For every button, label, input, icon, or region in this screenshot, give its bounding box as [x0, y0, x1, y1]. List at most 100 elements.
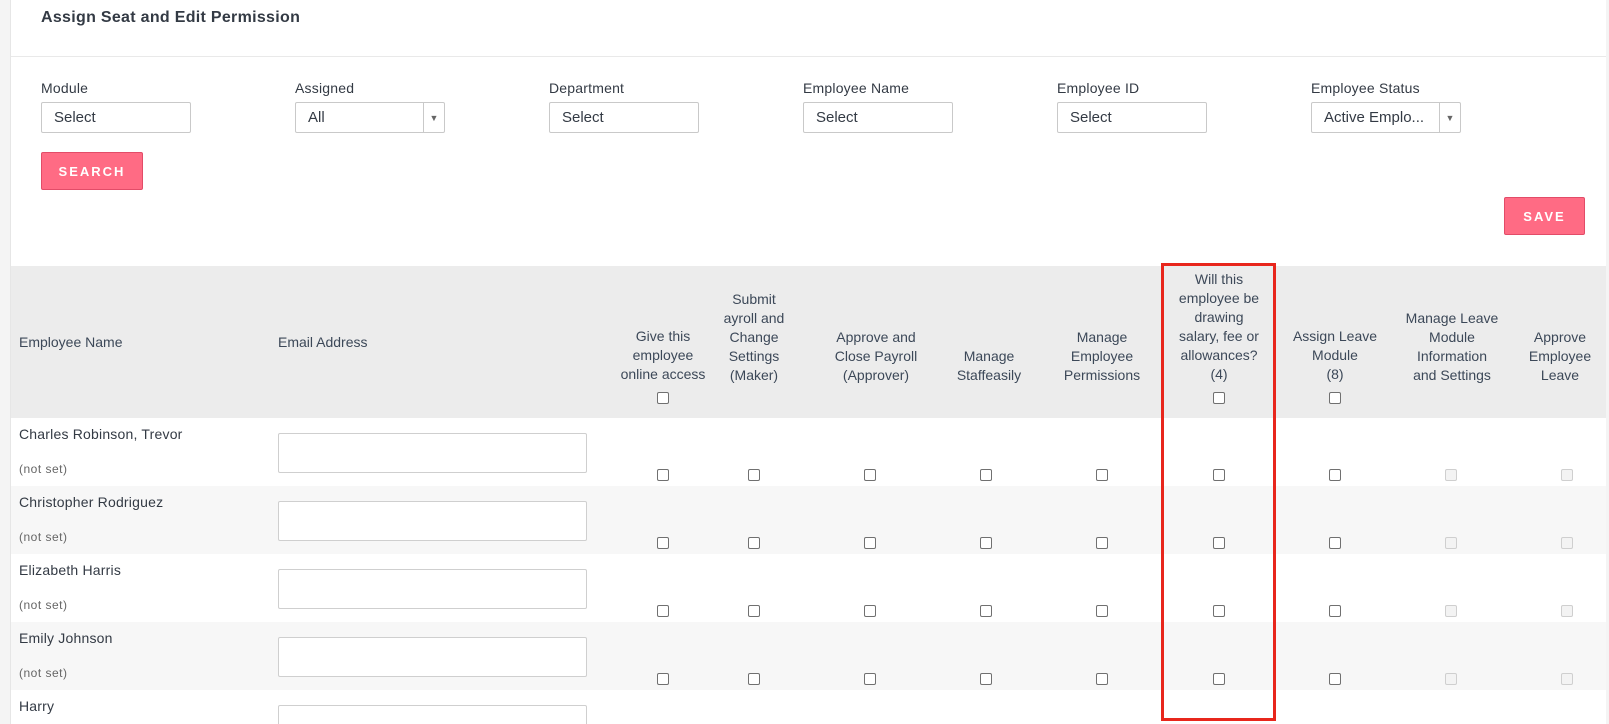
- assigned-select[interactable]: All ▼: [295, 102, 445, 133]
- permission-panel: Assign Seat and Edit Permission Module S…: [10, 0, 1606, 724]
- manage-permissions-checkbox[interactable]: [1096, 673, 1108, 685]
- employee-name: Christopher Rodriguez: [19, 494, 164, 510]
- header-employee-name: Employee Name: [19, 333, 123, 350]
- save-button[interactable]: SAVE: [1504, 197, 1585, 235]
- email-input[interactable]: [278, 501, 587, 541]
- header-caption: Module: [1429, 329, 1475, 345]
- assigned-label: Assigned: [295, 80, 355, 96]
- header-caption: Staffeasily: [956, 367, 1022, 383]
- header-caption: Manage: [1076, 329, 1128, 345]
- employee-status-select[interactable]: Active Emplo... ▼: [1311, 102, 1461, 133]
- table-row: Charles Robinson, Trevor (not set): [11, 418, 1606, 486]
- employee-status-text: (not set): [19, 598, 68, 612]
- dropdown-arrow-icon[interactable]: ▼: [423, 103, 444, 132]
- employee-name-select-value: Select: [816, 109, 858, 126]
- email-input[interactable]: [278, 569, 587, 609]
- manage-leave-checkbox: [1445, 673, 1457, 685]
- header-caption: Settings: [728, 348, 780, 364]
- header-approve-employee-leave: Approve Employee Leave: [1515, 266, 1605, 418]
- email-input[interactable]: [278, 637, 587, 677]
- table-row: Harry: [11, 690, 1606, 724]
- drawing-salary-checkbox[interactable]: [1213, 537, 1225, 549]
- employee-name: Elizabeth Harris: [19, 562, 122, 578]
- online-access-checkbox[interactable]: [657, 537, 669, 549]
- submit-payroll-checkbox[interactable]: [748, 537, 760, 549]
- assign-leave-checkbox[interactable]: [1329, 673, 1341, 685]
- assign-leave-checkbox[interactable]: [1329, 605, 1341, 617]
- assigned-select-value: All: [308, 109, 325, 126]
- module-select[interactable]: Select: [41, 102, 191, 133]
- employee-name-label: Employee Name: [803, 80, 910, 96]
- approve-payroll-checkbox[interactable]: [864, 537, 876, 549]
- manage-staffeasily-checkbox[interactable]: [980, 469, 992, 481]
- online-access-checkbox[interactable]: [657, 605, 669, 617]
- header-caption: Assign Leave: [1292, 328, 1378, 344]
- department-select-value: Select: [562, 109, 604, 126]
- header-caption: Information: [1416, 348, 1488, 364]
- header-manage-leave-module: Manage Leave Module Information and Sett…: [1394, 266, 1510, 418]
- approve-leave-checkbox: [1561, 673, 1573, 685]
- header-caption: Change: [729, 329, 779, 345]
- submit-payroll-checkbox[interactable]: [748, 605, 760, 617]
- module-filter: Module Select: [41, 80, 191, 133]
- assigned-filter: Assigned All ▼: [295, 80, 445, 133]
- department-select[interactable]: Select: [549, 102, 699, 133]
- header-manage-employee-permissions: Manage Employee Permissions: [1047, 266, 1157, 418]
- email-input[interactable]: [278, 433, 587, 473]
- approve-payroll-checkbox[interactable]: [864, 605, 876, 617]
- header-caption: Give this: [635, 328, 691, 344]
- select-all-online-access-checkbox[interactable]: [657, 392, 669, 404]
- table-row: Emily Johnson (not set): [11, 622, 1606, 690]
- manage-leave-checkbox: [1445, 537, 1457, 549]
- drawing-salary-checkbox[interactable]: [1213, 673, 1225, 685]
- employee-status-text: (not set): [19, 530, 68, 544]
- header-caption: employee be: [1178, 290, 1260, 306]
- approve-leave-checkbox: [1561, 605, 1573, 617]
- manage-staffeasily-checkbox[interactable]: [980, 537, 992, 549]
- header-caption: salary, fee or: [1179, 328, 1259, 344]
- table-header: Employee Name Email Address Give this em…: [11, 266, 1606, 418]
- header-caption: Employee: [1070, 348, 1134, 364]
- employee-name: Emily Johnson: [19, 630, 113, 646]
- approve-payroll-checkbox[interactable]: [864, 673, 876, 685]
- approve-payroll-checkbox[interactable]: [864, 469, 876, 481]
- search-button[interactable]: SEARCH: [41, 152, 143, 190]
- employee-status-label: Employee Status: [1311, 80, 1420, 96]
- header-caption: online access: [620, 366, 706, 382]
- header-caption: Close Payroll: [834, 348, 918, 364]
- employee-id-select-value: Select: [1070, 109, 1112, 126]
- manage-permissions-checkbox[interactable]: [1096, 537, 1108, 549]
- select-all-assign-leave-checkbox[interactable]: [1329, 392, 1341, 404]
- header-email-address: Email Address: [278, 333, 368, 350]
- online-access-checkbox[interactable]: [657, 673, 669, 685]
- submit-payroll-checkbox[interactable]: [748, 469, 760, 481]
- module-label: Module: [41, 80, 89, 96]
- header-caption: employee: [632, 347, 694, 363]
- drawing-salary-checkbox[interactable]: [1213, 469, 1225, 481]
- email-input[interactable]: [278, 705, 587, 724]
- header-caption: Approve: [1533, 329, 1587, 345]
- header-caption: Leave: [1540, 367, 1580, 383]
- header-caption: (4): [1210, 366, 1228, 382]
- employee-name-select[interactable]: Select: [803, 102, 953, 133]
- manage-staffeasily-checkbox[interactable]: [980, 673, 992, 685]
- header-caption: Will this: [1194, 271, 1244, 287]
- department-filter: Department Select: [549, 80, 699, 133]
- header-caption: ayroll and: [723, 310, 785, 326]
- header-caption: drawing: [1194, 309, 1244, 325]
- header-caption: and Settings: [1413, 367, 1491, 383]
- online-access-checkbox[interactable]: [657, 469, 669, 481]
- assign-leave-checkbox[interactable]: [1329, 469, 1341, 481]
- manage-permissions-checkbox[interactable]: [1096, 605, 1108, 617]
- select-all-salary-checkbox[interactable]: [1213, 392, 1225, 404]
- manage-staffeasily-checkbox[interactable]: [980, 605, 992, 617]
- drawing-salary-checkbox[interactable]: [1213, 605, 1225, 617]
- header-caption: Approve and: [836, 329, 916, 345]
- employee-id-select[interactable]: Select: [1057, 102, 1207, 133]
- submit-payroll-checkbox[interactable]: [748, 673, 760, 685]
- assign-leave-checkbox[interactable]: [1329, 537, 1341, 549]
- manage-permissions-checkbox[interactable]: [1096, 469, 1108, 481]
- dropdown-arrow-icon[interactable]: ▼: [1439, 103, 1460, 132]
- header-caption: (Maker): [729, 367, 779, 383]
- header-online-access: Give this employee online access: [613, 266, 713, 418]
